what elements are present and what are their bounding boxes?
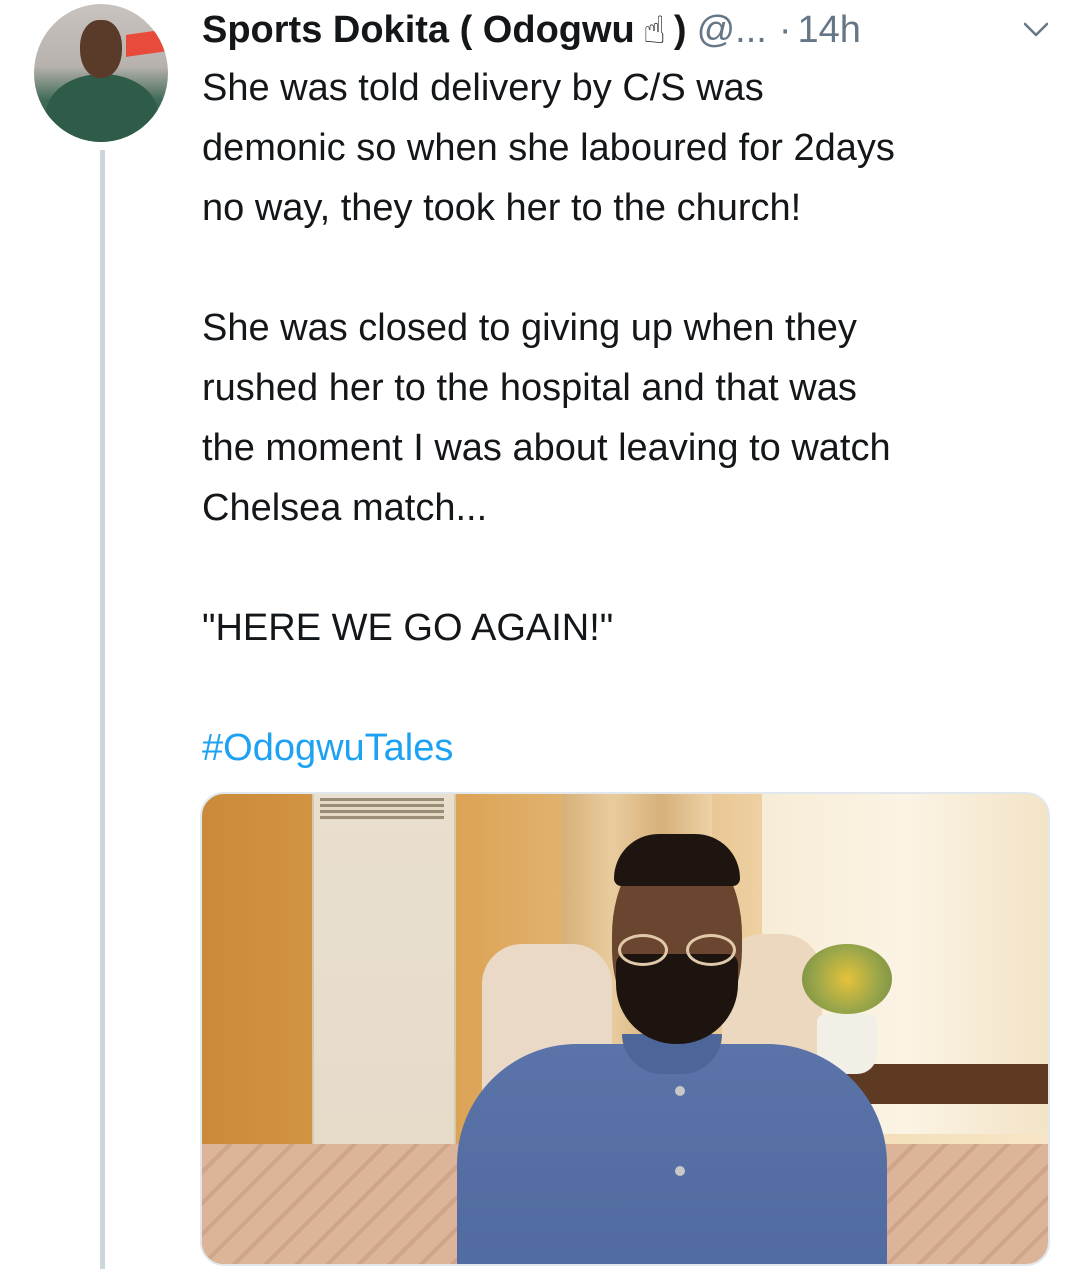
author-name[interactable]: Sports Dokita ( Odogwu <box>202 9 635 52</box>
thread-line <box>100 150 105 1269</box>
tweet-media-image[interactable] <box>200 792 1050 1266</box>
tweet-timestamp[interactable]: 14h <box>797 9 860 52</box>
author-name-close: ) <box>673 8 687 51</box>
author-emoji-icon: ☝ <box>642 9 666 52</box>
author-handle[interactable]: @... <box>697 9 767 52</box>
avatar-figure-head <box>80 20 122 78</box>
tweet-text: She was told delivery by C/S was demonic… <box>202 67 895 649</box>
man-body <box>457 1044 887 1264</box>
avatar-figure-body <box>46 74 158 142</box>
shirt-button-bottom <box>675 1166 685 1176</box>
shirt-button-top <box>675 1086 685 1096</box>
hashtag-link[interactable]: #OdogwuTales <box>202 718 453 778</box>
tweet-header: Sports Dokita ( Odogwu ☝ ) @... · 14h <box>202 4 1062 56</box>
air-conditioner-vent <box>320 798 444 820</box>
flower-plant <box>802 944 892 1014</box>
man-glasses <box>618 934 736 968</box>
chevron-down-icon[interactable] <box>1016 10 1056 50</box>
avatar[interactable] <box>34 4 168 142</box>
avatar-background-sign <box>126 29 168 57</box>
meta-separator: · <box>778 8 792 51</box>
man-hair <box>614 834 740 886</box>
